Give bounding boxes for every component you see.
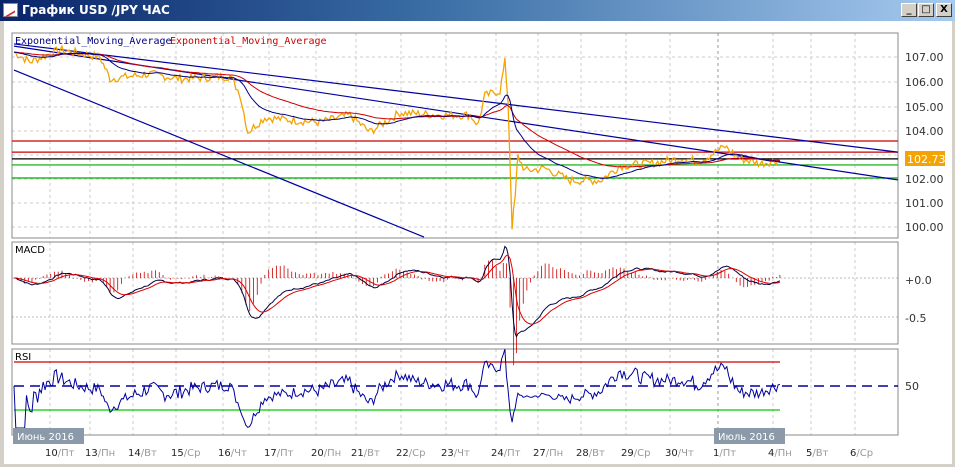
date-label: 17/Пт bbox=[264, 448, 294, 459]
price-label: 100.00 bbox=[905, 221, 944, 234]
legend-ema-fast: Exponential_Moving_Average bbox=[15, 36, 172, 47]
date-label: 10/Пт bbox=[45, 448, 75, 459]
date-label: 27/Пн bbox=[533, 448, 563, 459]
macd-plot bbox=[13, 245, 781, 366]
date-label: 6/Ср bbox=[850, 448, 873, 459]
price-label: 105.00 bbox=[905, 101, 944, 114]
date-label: 16/Чт bbox=[218, 448, 247, 459]
date-label: 28/Вт bbox=[576, 448, 605, 459]
date-label: 22/Ср bbox=[396, 448, 425, 459]
grid bbox=[12, 33, 898, 435]
ema-slow-line bbox=[13, 51, 780, 168]
macd-title: MACD bbox=[15, 245, 45, 256]
legend-ema-slow: Exponential_Moving_Average bbox=[170, 36, 327, 47]
price-plot bbox=[12, 43, 899, 238]
date-label: 30/Чт bbox=[665, 448, 694, 459]
macd-signal-line bbox=[14, 254, 781, 325]
date-label: 29/Ср bbox=[621, 448, 650, 459]
month-label-july: Июль 2016 bbox=[718, 432, 775, 443]
date-label: 1/Пт bbox=[713, 448, 736, 459]
price-label: 104.00 bbox=[905, 125, 944, 138]
chart-area[interactable]: Exponential_Moving_Average Exponential_M… bbox=[0, 0, 955, 467]
price-label: 106.00 bbox=[905, 76, 944, 89]
rsi-plot bbox=[13, 349, 898, 429]
rsi-label: 50 bbox=[905, 380, 919, 393]
macd-label: +0.0 bbox=[905, 274, 932, 287]
date-label: 13/Пн bbox=[85, 448, 115, 459]
macd-panel[interactable] bbox=[11, 241, 899, 345]
rsi-line bbox=[13, 349, 781, 429]
macd-line bbox=[13, 245, 781, 338]
date-label: 15/Ср bbox=[171, 448, 200, 459]
current-price: 102.73 bbox=[907, 153, 946, 166]
macd-label: -0.5 bbox=[905, 312, 926, 325]
price-label: 107.00 bbox=[905, 51, 944, 64]
date-label: 14/Вт bbox=[128, 448, 157, 459]
trendline bbox=[13, 69, 425, 238]
month-label-june: Июнь 2016 bbox=[17, 432, 74, 443]
price-label: 102.00 bbox=[905, 173, 944, 186]
date-label: 4/Пн bbox=[768, 448, 792, 459]
date-label: 5/Вт bbox=[806, 448, 829, 459]
date-label: 23/Чт bbox=[441, 448, 470, 459]
price-label: 101.00 bbox=[905, 197, 944, 210]
price-axis: 107.00 106.00 105.00 104.00 102.00 101.0… bbox=[905, 51, 946, 393]
date-label: 20/Пн bbox=[311, 448, 341, 459]
date-label: 24/Пт bbox=[491, 448, 521, 459]
rsi-title: RSI bbox=[15, 352, 31, 363]
price-line bbox=[13, 44, 781, 230]
trendline bbox=[13, 43, 898, 153]
date-label: 21/Вт bbox=[351, 448, 380, 459]
date-axis: Июнь 2016 Июль 2016 10/Пт 13/Пн 14/Вт 15/Ср… bbox=[13, 428, 873, 459]
